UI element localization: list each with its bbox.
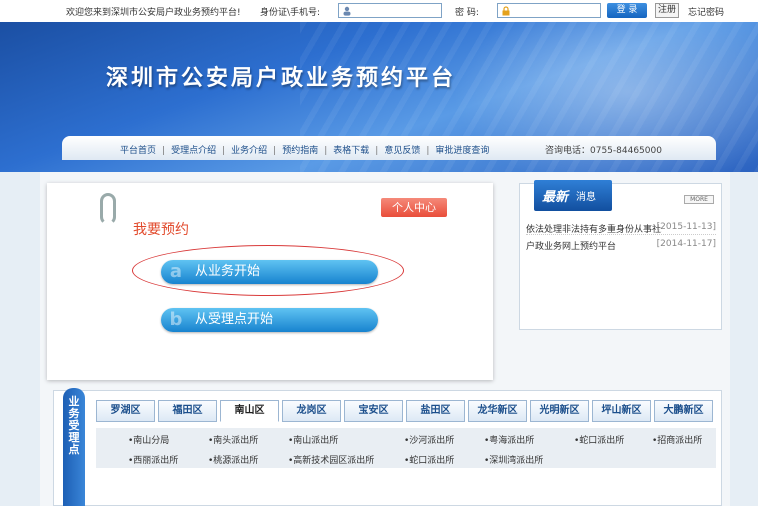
nav-separator: | <box>324 146 328 156</box>
news-badge: 最新 消息 <box>534 180 612 211</box>
district-tab[interactable]: 坪山新区 <box>592 400 651 422</box>
welcome-text: 欢迎您来到深圳市公安局户政业务预约平台! <box>66 8 241 18</box>
nav-item[interactable]: 平台首页 <box>120 146 156 156</box>
password-label: 密 码: <box>455 8 479 18</box>
banner-title: 深圳市公安局户政业务预约平台 <box>106 66 457 91</box>
district-tab[interactable]: 盐田区 <box>406 400 465 422</box>
station-link[interactable]: •招商派出所 <box>652 433 702 446</box>
news-badge-big: 最新 <box>542 190 569 205</box>
nav-item[interactable]: 意见反馈 <box>384 146 420 156</box>
start-by-station-button[interactable]: b 从受理点开始 <box>161 308 378 332</box>
station-link[interactable]: •桃源派出所 <box>208 453 258 466</box>
nav-separator: | <box>375 146 379 156</box>
login-button[interactable]: 登 录 <box>607 3 647 18</box>
nav-item[interactable]: 预约指南 <box>282 146 318 156</box>
station-link[interactable]: •粤海派出所 <box>484 433 534 446</box>
station-link[interactable]: •沙河派出所 <box>404 433 454 446</box>
id-input[interactable] <box>338 3 442 18</box>
district-tab[interactable]: 南山区 <box>220 400 279 422</box>
news-date: [2014-11-17] <box>656 239 716 249</box>
id-label: 身份证\手机号: <box>260 8 321 18</box>
user-icon <box>343 6 351 16</box>
district-tab[interactable]: 宝安区 <box>344 400 403 422</box>
news-item[interactable]: 依法处理非法持有多重身份从事社... [2015-11-13] <box>526 222 716 238</box>
nav-item[interactable]: 受理点介绍 <box>171 146 216 156</box>
nav-separator: | <box>222 146 226 156</box>
news-badge-small: 消息 <box>576 192 596 203</box>
nav-items: 平台首页 | 受理点介绍 | 业务介绍 | 预约指南 | 表格下载 | 意见反馈 | 审批进度查询 <box>120 143 489 156</box>
district-tabs: 罗湖区 福田区 南山区 龙岗区 宝安区 盐田区 龙华新区 光明新区 坪山新区 大鹏新区 <box>96 400 716 422</box>
station-link[interactable]: •南山派出所 <box>288 433 338 446</box>
top-bar: 欢迎您来到深圳市公安局户政业务预约平台! 身份证\手机号: 密 码: 登 录 注… <box>0 0 758 22</box>
side-label-char: 点 <box>68 443 80 456</box>
district-tab[interactable]: 龙岗区 <box>282 400 341 422</box>
nav-item[interactable]: 表格下载 <box>333 146 369 156</box>
personal-center-tab[interactable]: 个人中心 <box>381 198 447 217</box>
paperclip-icon <box>100 193 116 225</box>
service-points-label: 业务受理点 <box>63 388 85 506</box>
booking-heading: 我要预约 <box>133 222 189 238</box>
station-list: •南山分局 •南头派出所 •南山派出所 •沙河派出所 •粤海派出所 •蛇口派出所 •招商派出… <box>96 428 716 468</box>
nav-item[interactable]: 审批进度查询 <box>435 146 489 156</box>
district-tab[interactable]: 罗湖区 <box>96 400 155 422</box>
station-link[interactable]: •蛇口派出所 <box>404 453 454 466</box>
letter-b-icon: b <box>169 309 183 330</box>
district-tab[interactable]: 大鹏新区 <box>654 400 713 422</box>
station-link[interactable]: •西丽派出所 <box>128 453 178 466</box>
news-title[interactable]: 户政业务网上预约平台 <box>526 239 662 252</box>
district-tab[interactable]: 光明新区 <box>530 400 589 422</box>
start-by-station-label: 从受理点开始 <box>195 312 274 327</box>
highlight-ellipse <box>132 245 404 296</box>
more-button[interactable]: MORE <box>684 195 714 204</box>
nav-separator: | <box>162 146 166 156</box>
register-button[interactable]: 注册 <box>655 3 679 18</box>
nav-item[interactable]: 业务介绍 <box>231 146 267 156</box>
station-link[interactable]: •深圳湾派出所 <box>484 453 543 466</box>
station-link[interactable]: •高新技术园区派出所 <box>288 453 374 466</box>
hotline: 咨询电话：0755-84465000 <box>545 146 662 156</box>
password-input[interactable] <box>497 3 601 18</box>
lock-icon <box>502 6 510 16</box>
forget-password-link[interactable]: 忘记密码 <box>688 5 724 18</box>
district-tab[interactable]: 龙华新区 <box>468 400 527 422</box>
station-link[interactable]: •南头派出所 <box>208 433 258 446</box>
nav-separator: | <box>273 146 277 156</box>
main-nav: 平台首页 | 受理点介绍 | 业务介绍 | 预约指南 | 表格下载 | 意见反馈 | 审批进度查询 咨询… <box>62 136 716 160</box>
nav-separator: | <box>426 146 430 156</box>
news-date: [2015-11-13] <box>656 222 716 232</box>
district-tab[interactable]: 福田区 <box>158 400 217 422</box>
station-link[interactable]: •南山分局 <box>128 433 169 446</box>
news-item[interactable]: 户政业务网上预约平台 [2014-11-17] <box>526 239 716 255</box>
station-link[interactable]: •蛇口派出所 <box>574 433 624 446</box>
